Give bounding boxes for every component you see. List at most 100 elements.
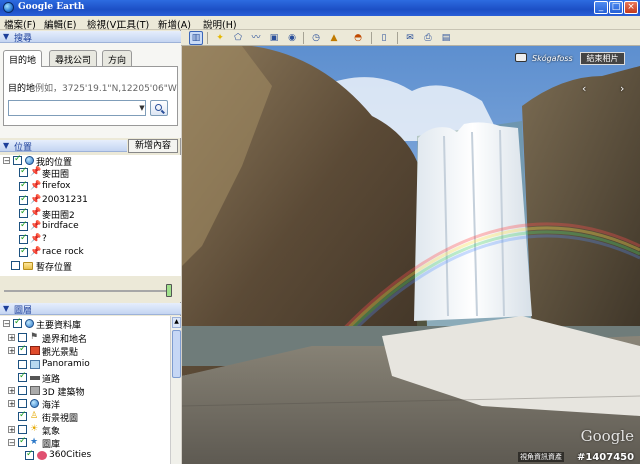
checkbox[interactable] [19,207,28,218]
checkbox[interactable] [18,360,27,369]
tree-label: 邊界和地名 [42,335,88,345]
collapse-icon[interactable]: − [8,439,15,447]
opacity-slider-track[interactable] [4,290,170,292]
checkbox[interactable] [19,194,28,205]
menu-help[interactable]: 說明(H) [203,17,237,31]
tree-row[interactable]: 360Cities [18,449,168,462]
tree-row[interactable]: + ☀ 氣象 [8,424,168,437]
search-panel-header[interactable]: ▼ 搜尋 [0,31,181,44]
tree-row[interactable]: 📌 麥田圈2 [10,207,170,221]
checkbox[interactable] [18,425,27,434]
collapse-triangle-icon: ▼ [3,141,10,150]
menu-file[interactable]: 檔案(F) [4,17,36,31]
photo-icon [30,360,40,369]
sidebar-icon[interactable]: ▥ [189,31,203,45]
menu-bar: 檔案(F) 編輯(E) 檢視(V) 工具(T) 新增(A) 說明(H) [0,16,640,31]
chevron-down-icon[interactable]: ▼ [137,102,147,114]
arrow-left-icon[interactable]: ‹ [582,82,586,95]
tree-row[interactable]: − ★ 圖庫 [8,436,168,450]
layers-scrollbar[interactable]: ▲ [170,316,181,464]
add-content-button[interactable]: 新增內容 [128,139,178,153]
window-title: Google Earth [18,2,85,12]
layers-panel-header[interactable]: ▼ 圖層 [0,303,181,316]
checkbox[interactable] [19,233,28,244]
tree-row[interactable]: Panoramio [8,359,168,371]
tab-destination[interactable]: 目的地 [3,50,43,67]
scrollbar-thumb[interactable] [172,330,181,378]
path-icon[interactable]: 〰 [249,31,263,45]
checkbox[interactable] [19,180,28,191]
scroll-up-icon[interactable]: ▲ [172,317,181,328]
checkbox[interactable] [19,246,28,257]
arrow-right-icon[interactable]: › [620,82,624,95]
checkbox[interactable] [18,399,27,408]
checkbox[interactable] [19,166,28,177]
database-icon [25,319,34,328]
minimize-button[interactable]: _ [594,1,608,14]
tree-row[interactable]: ♙ 街景視圖 [8,410,168,424]
placemark-icon[interactable]: ✦ [213,31,227,45]
landmark-icon [30,346,40,355]
print-icon[interactable]: ⎙ [421,31,435,45]
tour-icon[interactable]: ◉ [285,31,299,45]
tree-row[interactable]: 📌 麥田圈 [10,166,170,180]
search-hint-example: 例如，3725'19.1"N,12205'06"W [35,84,177,94]
email-icon[interactable]: ✉ [403,31,417,45]
tree-row[interactable]: 📌 birdface [10,220,170,233]
checkbox[interactable] [18,410,27,421]
polygon-icon[interactable]: ⬠ [231,31,245,45]
collapse-icon[interactable]: − [3,320,10,328]
checkbox[interactable] [18,344,27,355]
planet-icon[interactable]: ◓ [351,31,365,45]
checkbox[interactable] [13,154,22,165]
checkbox[interactable] [19,220,28,231]
checkbox[interactable] [13,317,22,328]
search-input[interactable] [8,100,146,116]
expand-icon[interactable]: + [8,400,15,408]
tree-row[interactable]: + ⚑ 邊界和地名 [8,332,168,345]
maps-icon[interactable]: ▤ [439,31,453,45]
checkbox[interactable] [18,436,27,447]
tree-row[interactable]: − 主要資料庫 [3,317,168,331]
tree-row[interactable]: 📌 ? [10,233,170,246]
title-bar[interactable]: Google Earth _ □ × [0,0,640,16]
exit-photo-button[interactable]: 結束相片 [580,52,625,65]
opacity-slider-thumb[interactable] [166,284,172,297]
tree-row[interactable]: 暫存位置 [3,260,173,273]
menu-edit[interactable]: 編輯(E) [44,17,76,31]
tree-row[interactable]: 📌 race rock [10,246,170,259]
maximize-button[interactable]: □ [609,1,623,14]
checkbox[interactable] [18,371,27,382]
tree-label: 3D 建築物 [42,388,85,398]
tree-row[interactable]: 📌 firefox [10,180,170,193]
menu-add[interactable]: 新增(A) [158,17,191,31]
checkbox[interactable] [18,386,27,395]
tree-row[interactable]: + 觀光景點 [8,344,168,358]
tree-row[interactable]: − 我的位置 [3,154,173,168]
collapse-icon[interactable]: − [3,157,10,165]
tree-row[interactable]: + 海洋 [8,398,168,411]
expand-icon[interactable]: + [8,347,15,355]
tab-find-business[interactable]: 尋找公司 [49,50,98,66]
checkbox[interactable] [18,333,27,342]
search-button[interactable] [150,100,168,116]
menu-tools[interactable]: 工具(T) [117,17,149,31]
close-button[interactable]: × [624,1,638,14]
ruler-icon[interactable]: ▯ [377,31,391,45]
history-icon[interactable]: ◷ [309,31,323,45]
tree-row[interactable]: 道路 [8,371,168,385]
checkbox[interactable] [25,449,34,460]
tree-row[interactable]: 📌 20031231 [10,194,170,207]
expand-icon[interactable]: + [8,426,15,434]
expand-icon[interactable]: + [8,334,15,342]
tree-row[interactable]: + 3D 建築物 [8,385,168,398]
tab-directions[interactable]: 方向 [102,50,133,66]
overlay-icon[interactable]: ▣ [267,31,281,45]
street-view-viewer[interactable]: Skógafoss 結束相片 ‹ › Google 視角資訊資產 #140745… [182,46,640,464]
menu-view[interactable]: 檢視(V) [87,17,120,31]
places-panel-header[interactable]: ▼ 位置 [0,140,127,153]
tree-label: 道路 [42,375,61,385]
sunlight-icon[interactable]: ▲ [327,31,341,45]
checkbox[interactable] [11,261,20,270]
expand-icon[interactable]: + [8,387,15,395]
